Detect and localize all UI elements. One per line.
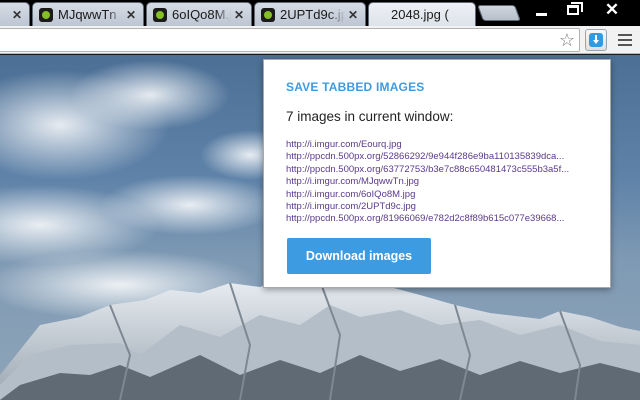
tab-title: 6oIQo8M.j	[172, 7, 231, 22]
download-icon	[589, 33, 603, 47]
save-tabbed-images-popup: SAVE TABBED IMAGES 7 images in current w…	[263, 59, 611, 288]
new-tab-button[interactable]	[477, 5, 521, 21]
restore-icon	[567, 2, 583, 15]
save-tabbed-images-extension-button[interactable]	[585, 29, 607, 51]
image-url[interactable]: http://ppcdn.500px.org/63772753/b3e7c88c…	[286, 164, 594, 176]
image-url[interactable]: http://ppcdn.500px.org/52866292/9e944f28…	[286, 151, 594, 163]
close-tab-icon[interactable]: ✕	[123, 8, 139, 22]
image-url[interactable]: http://ppcdn.500px.org/81966069/e782d2c8…	[286, 213, 594, 225]
menu-bar	[618, 39, 632, 41]
download-images-button[interactable]: Download images	[287, 238, 431, 274]
tab-2048-active[interactable]: 2048.jpg (	[368, 2, 476, 26]
image-url-list: http://i.imgur.com/Eourq.jpg http://ppcd…	[286, 139, 594, 226]
tab-title: 2UPTd9c.jp	[280, 7, 345, 22]
imgur-icon	[39, 7, 53, 22]
popup-title: SAVE TABBED IMAGES	[286, 80, 425, 94]
close-tab-icon[interactable]: ✕	[345, 8, 361, 22]
address-bar[interactable]: ☆	[0, 28, 580, 52]
image-url[interactable]: http://i.imgur.com/2UPTd9c.jpg	[286, 201, 594, 213]
menu-bar	[618, 44, 632, 46]
maximize-button[interactable]	[556, 0, 590, 20]
image-url[interactable]: http://i.imgur.com/Eourq.jpg	[286, 139, 594, 151]
menu-bar	[618, 34, 632, 36]
chrome-menu-button[interactable]	[616, 32, 634, 48]
image-count: 7 images in current window:	[286, 109, 454, 124]
tab-title: (	[0, 7, 9, 22]
tab-mjqwwtn[interactable]: MJqwwTn ✕	[32, 2, 144, 26]
imgur-icon	[261, 7, 275, 22]
imgur-icon	[153, 7, 167, 22]
bookmark-star-icon[interactable]: ☆	[559, 30, 575, 50]
tab-title: 2048.jpg (	[391, 7, 449, 22]
tab-2uptd9c[interactable]: 2UPTd9c.jp ✕	[254, 2, 366, 26]
close-tab-icon[interactable]: ✕	[9, 8, 25, 22]
minimize-icon	[535, 12, 547, 16]
minimize-button[interactable]	[524, 0, 558, 20]
close-window-button[interactable]: ✕	[592, 0, 632, 20]
close-tab-icon[interactable]: ✕	[231, 8, 247, 22]
tab-0[interactable]: ( ✕	[0, 2, 30, 26]
image-url[interactable]: http://i.imgur.com/6oIQo8M.jpg	[286, 189, 594, 201]
tab-title: MJqwwTn	[58, 7, 117, 22]
tab-strip: ( ✕ MJqwwTn ✕ 6oIQo8M.j ✕ 2UPTd9c.jp ✕ 2…	[0, 0, 640, 26]
image-url[interactable]: http://i.imgur.com/MJqwwTn.jpg	[286, 176, 594, 188]
tab-6oiqo8m[interactable]: 6oIQo8M.j ✕	[146, 2, 252, 26]
browser-toolbar: ☆	[0, 26, 640, 54]
